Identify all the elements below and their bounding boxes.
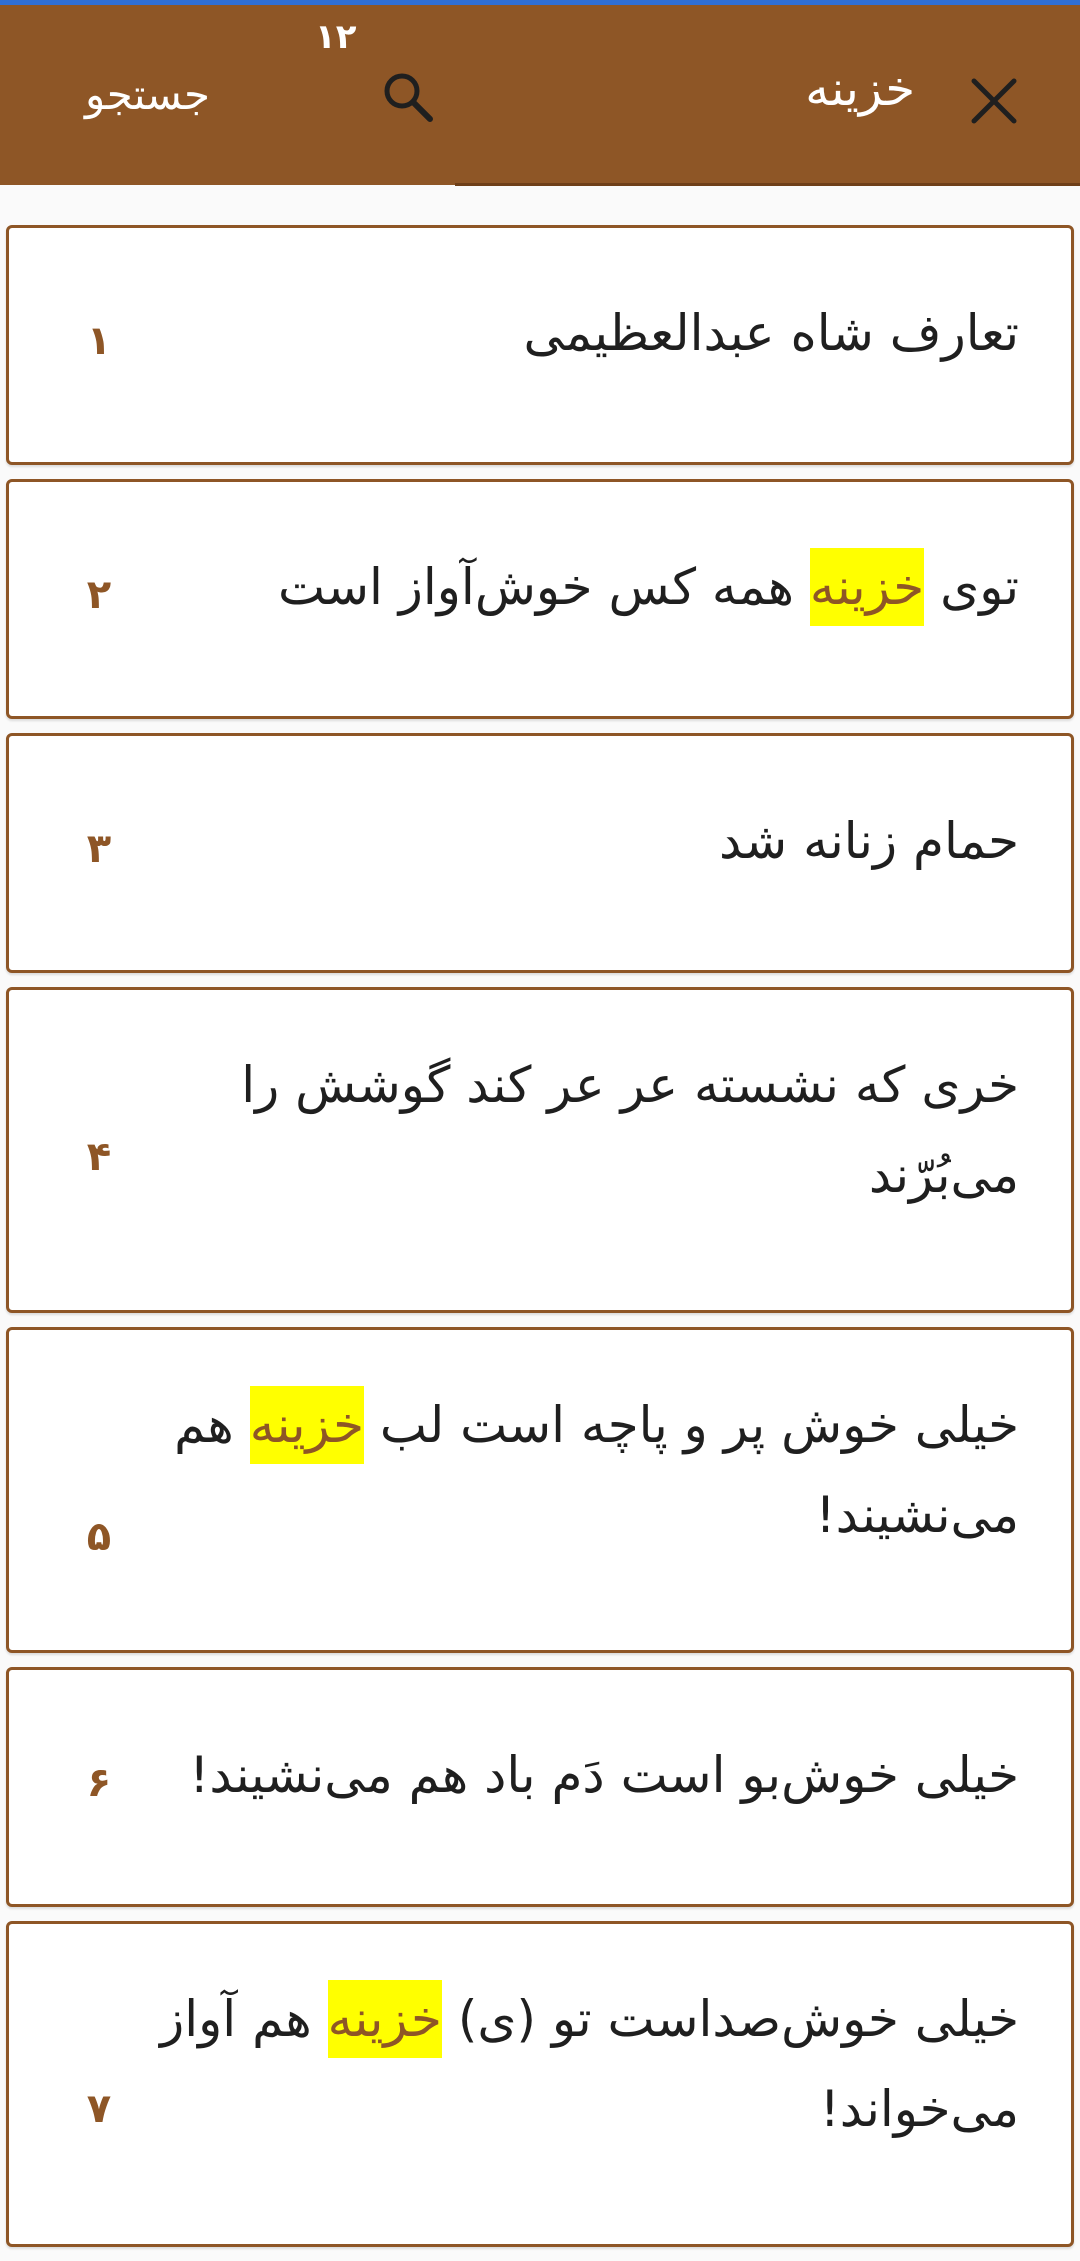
result-count-badge: ۱۲ (315, 17, 357, 57)
result-item-4[interactable]: خری که نشسته عر عر کند گوشش را می‌بُرّند… (6, 987, 1074, 1313)
result-number: ۴ (86, 1134, 112, 1180)
search-field-underline (455, 183, 1080, 186)
result-number: ۳ (86, 826, 112, 872)
result-item-3[interactable]: حمام زنانه شد ۳ (6, 733, 1074, 973)
result-number: ۲ (86, 572, 112, 618)
result-text: تعارف شاه عبدالعظیمی (523, 304, 1019, 362)
search-highlight: خزینه (327, 1980, 442, 2058)
result-text: حمام زنانه شد (719, 812, 1019, 870)
result-text: خیلی خوش پر و پاچه است لب خزینه هم می‌نش… (149, 1380, 1019, 1560)
result-text: خیلی خوش‌بو است دَم باد هم می‌نشیند! (189, 1746, 1019, 1804)
result-item-7[interactable]: خیلی خوش‌صداست تو (ی) خزینه هم آواز می‌خ… (6, 1921, 1074, 2247)
search-highlight: خزینه (249, 1386, 365, 1464)
result-item-5[interactable]: خیلی خوش پر و پاچه است لب خزینه هم می‌نش… (6, 1327, 1074, 1653)
result-number: ۵ (86, 1514, 112, 1560)
search-icon[interactable] (380, 69, 436, 125)
result-number: ۱ (86, 318, 112, 364)
result-number: ۷ (86, 2086, 112, 2132)
result-item-6[interactable]: خیلی خوش‌بو است دَم باد هم می‌نشیند! ۶ (6, 1667, 1074, 1907)
search-query-input[interactable]: خزینه (805, 57, 915, 121)
search-app-bar: خزینه ۱۲ جستجو (0, 5, 1080, 186)
close-icon[interactable] (968, 75, 1020, 127)
result-text: خیلی خوش‌صداست تو (ی) خزینه هم آواز می‌خ… (149, 1974, 1019, 2154)
result-item-2[interactable]: توی خزینه همه کس خوش‌آواز است ۲ (6, 479, 1074, 719)
result-number: ۶ (86, 1760, 112, 1806)
results-list: تعارف شاه عبدالعظیمی ۱ توی خزینه همه کس … (6, 225, 1074, 2261)
result-text: توی خزینه همه کس خوش‌آواز است (149, 542, 1019, 632)
search-button[interactable]: جستجو (85, 65, 210, 125)
result-text: خری که نشسته عر عر کند گوشش را می‌بُرّند (241, 1056, 1019, 1204)
result-item-1[interactable]: تعارف شاه عبدالعظیمی ۱ (6, 225, 1074, 465)
search-highlight: خزینه (809, 548, 925, 626)
